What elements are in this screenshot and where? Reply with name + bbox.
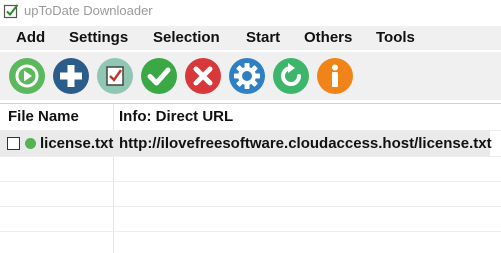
add-button[interactable] — [52, 57, 90, 95]
row-url: http://ilovefreesoftware.cloudaccess.hos… — [119, 135, 492, 152]
remove-button[interactable] — [184, 57, 222, 95]
table-row[interactable]: license.txt http://ilovefreesoftware.clo… — [0, 131, 492, 156]
row-divider — [0, 156, 501, 157]
row-file-name: license.txt — [40, 135, 114, 152]
window-title: upToDate Downloader — [24, 3, 153, 18]
info-icon — [317, 58, 353, 94]
info-button[interactable] — [316, 57, 354, 95]
menu-add[interactable]: Add — [16, 29, 45, 46]
row-divider — [0, 130, 501, 131]
menu-start[interactable]: Start — [246, 29, 280, 46]
play-icon — [9, 58, 45, 94]
menu-settings[interactable]: Settings — [69, 29, 128, 46]
refresh-icon — [273, 58, 309, 94]
checklist-icon — [97, 58, 133, 94]
column-header-url[interactable]: Info: Direct URL — [119, 104, 233, 130]
title-bar: upToDate Downloader — [0, 0, 501, 22]
start-button[interactable] — [8, 57, 46, 95]
download-list[interactable]: File Name Info: Direct URL license.txt h… — [0, 103, 501, 253]
settings-button[interactable] — [228, 57, 266, 95]
column-header-file-name[interactable]: File Name — [8, 104, 79, 130]
close-icon — [185, 58, 221, 94]
row-divider — [0, 181, 501, 182]
check-icon — [141, 58, 177, 94]
row-divider — [0, 206, 501, 207]
menu-others[interactable]: Others — [304, 29, 352, 46]
confirm-button[interactable] — [140, 57, 178, 95]
menu-bar: Add Settings Selection Start Others Tool… — [0, 26, 501, 50]
menu-tools[interactable]: Tools — [376, 29, 415, 46]
plus-icon — [53, 58, 89, 94]
row-checkbox[interactable] — [7, 137, 20, 150]
status-dot-icon — [25, 138, 36, 149]
gear-icon — [229, 58, 265, 94]
row-divider — [0, 231, 501, 232]
app-logo-icon — [3, 4, 19, 19]
refresh-button[interactable] — [272, 57, 310, 95]
menu-selection[interactable]: Selection — [153, 29, 220, 46]
toolbar — [0, 52, 501, 100]
select-button[interactable] — [96, 57, 134, 95]
